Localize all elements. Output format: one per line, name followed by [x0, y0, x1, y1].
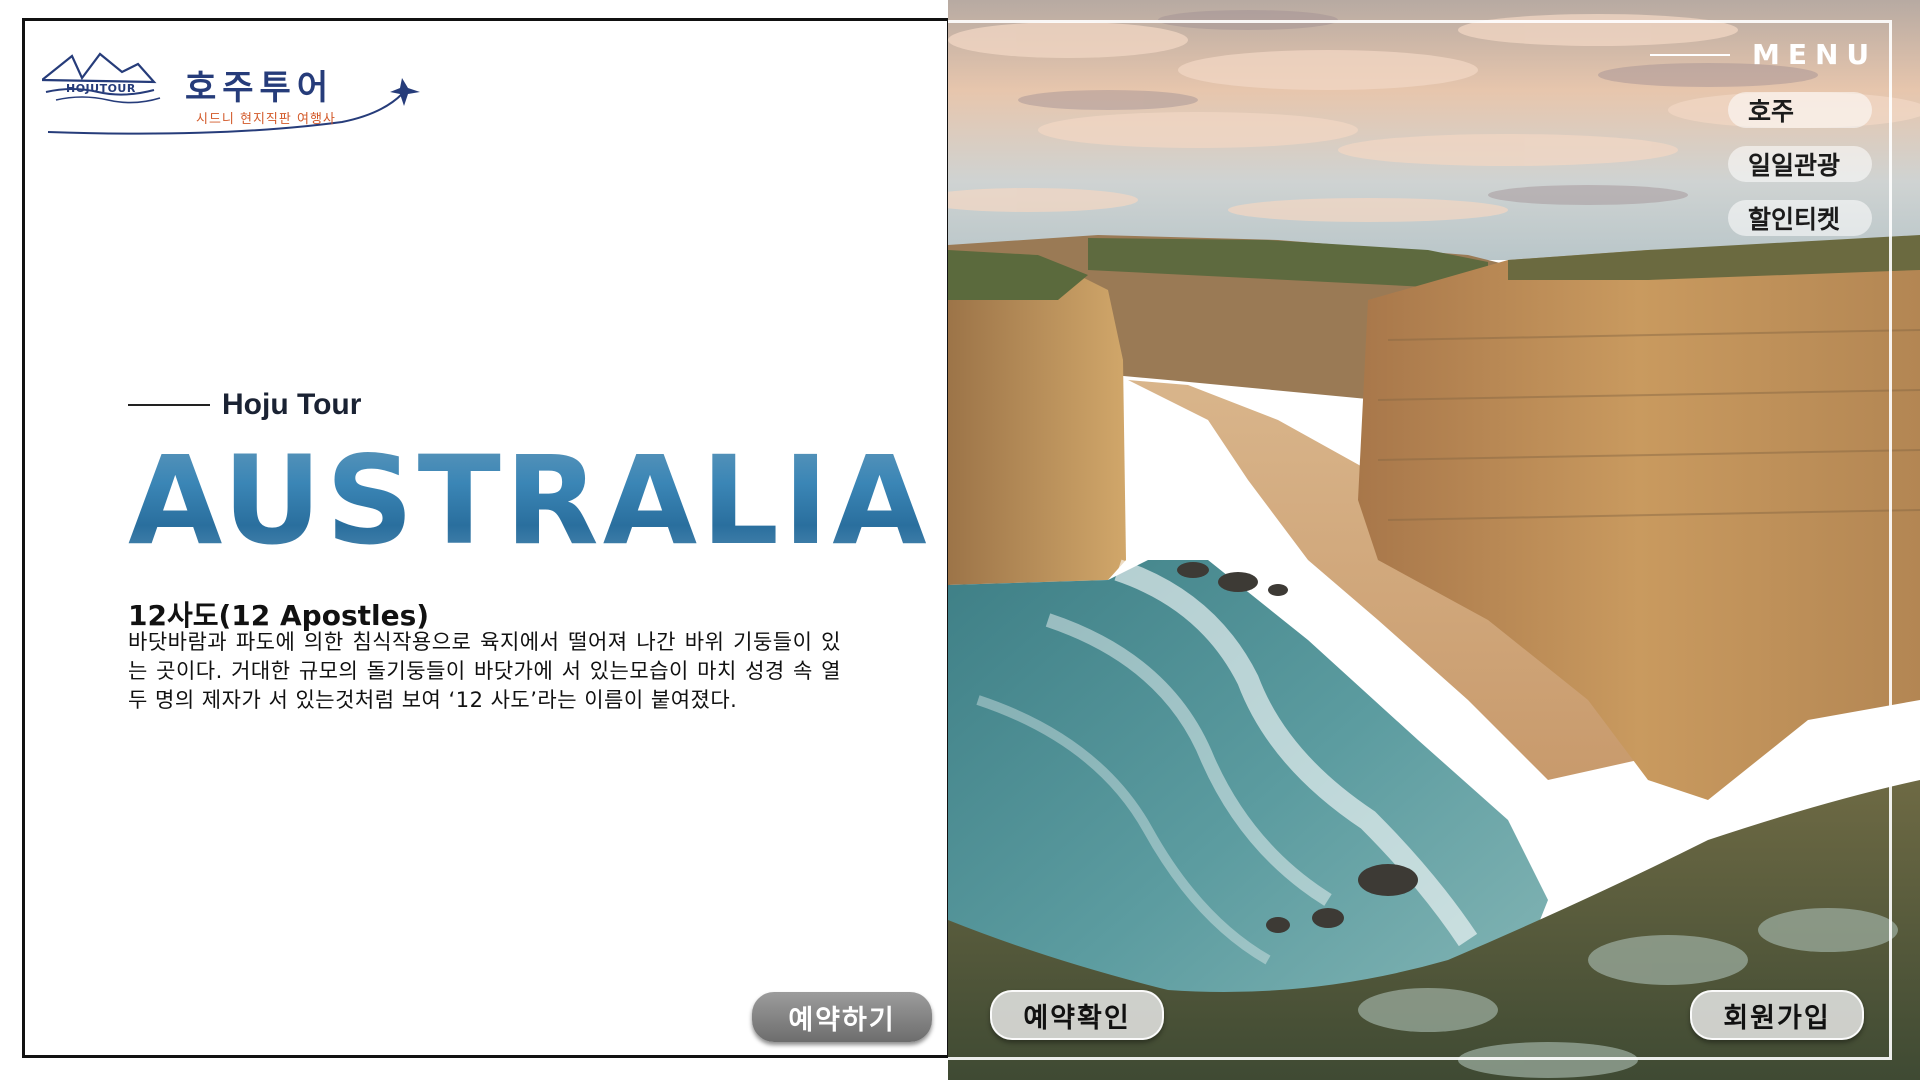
eyebrow-text: Hoju Tour: [222, 388, 362, 421]
brand-name: 호주투어: [185, 68, 335, 108]
menu-item-australia[interactable]: 호주: [1728, 92, 1872, 128]
logo-badge: HOJUTOUR: [66, 82, 136, 95]
attraction-description: 바닷바람과 파도에 의한 침식작용으로 육지에서 떨어져 나간 바위 기둥들이 …: [128, 630, 841, 712]
menu-line: [1650, 53, 1730, 56]
menu-item-day-tour[interactable]: 일일관광: [1728, 146, 1872, 182]
menu-header[interactable]: MENU: [1650, 38, 1877, 71]
eyebrow: Hoju Tour: [128, 388, 361, 422]
menu-item-discount-ticket[interactable]: 할인티켓: [1728, 200, 1872, 236]
headline: AUSTRALIA: [128, 430, 931, 572]
menu-label: MENU: [1752, 38, 1878, 71]
check-reservation-button[interactable]: 예약확인: [990, 990, 1164, 1040]
eyebrow-line: [128, 404, 210, 406]
brand-tagline: 시드니 현지직판 여행사: [196, 112, 336, 127]
signup-button[interactable]: 회원가입: [1690, 990, 1864, 1040]
reserve-button[interactable]: 예약하기: [752, 992, 932, 1042]
brand-logo[interactable]: HOJUTOUR 호주투어 시드니 현지직판 여행사: [42, 50, 462, 140]
